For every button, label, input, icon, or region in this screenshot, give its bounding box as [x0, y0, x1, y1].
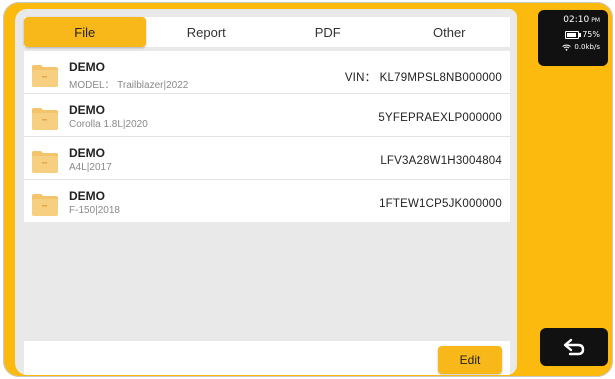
- clock: 02:10 PM: [563, 15, 600, 25]
- tab-other[interactable]: Other: [389, 17, 511, 47]
- network-status: 0.0kb/s: [562, 43, 600, 51]
- file-title: DEMO: [69, 189, 105, 203]
- network-speed: 0.0kb/s: [574, 43, 600, 51]
- edit-button[interactable]: Edit: [438, 346, 502, 374]
- status-panel: 02:10 PM 75% 0.0kb/s: [538, 10, 608, 66]
- battery-status: 75%: [565, 30, 600, 39]
- battery-icon: [565, 30, 582, 39]
- file-vin: 5YFEPRAEXLP000000: [378, 112, 502, 124]
- file-row[interactable]: DEMO MODEL： Trailblazer|2022 VIN： KL79MP…: [24, 51, 510, 94]
- file-model: F-150|2018: [69, 205, 120, 216]
- back-button[interactable]: [540, 328, 608, 366]
- file-row[interactable]: DEMO A4L|2017 LFV3A28W1H3004804: [24, 137, 510, 180]
- file-vin: 1FTEW1CP5JK000000: [379, 198, 502, 210]
- file-title: DEMO: [69, 60, 105, 74]
- file-model: MODEL： Trailblazer|2022: [69, 80, 189, 91]
- file-row[interactable]: DEMO F-150|2018 1FTEW1CP5JK000000: [24, 180, 510, 222]
- tab-file[interactable]: File: [24, 17, 146, 47]
- file-model: Corolla 1.8L|2020: [69, 119, 148, 130]
- clock-time: 02:10: [563, 15, 590, 25]
- main-screen: File Report PDF Other DEMO MODEL： Trailb…: [15, 9, 517, 375]
- bottom-bar: Edit: [24, 341, 510, 375]
- tab-bar: File Report PDF Other: [24, 17, 510, 47]
- tab-pdf[interactable]: PDF: [267, 17, 389, 47]
- clock-meridiem: PM: [591, 17, 600, 24]
- folder-icon: [31, 106, 59, 131]
- wifi-icon: [562, 44, 572, 51]
- file-vin: LFV3A28W1H3004804: [380, 155, 502, 167]
- file-title: DEMO: [69, 103, 105, 117]
- tab-report[interactable]: Report: [146, 17, 268, 47]
- file-vin: VIN： KL79MPSL8NB000000: [344, 72, 502, 84]
- back-arrow-icon: [563, 338, 585, 356]
- folder-icon: [31, 192, 59, 217]
- file-title: DEMO: [69, 146, 105, 160]
- file-list: DEMO MODEL： Trailblazer|2022 VIN： KL79MP…: [24, 51, 510, 222]
- folder-icon: [31, 149, 59, 174]
- battery-level: 75%: [582, 30, 600, 39]
- device-frame: File Report PDF Other DEMO MODEL： Trailb…: [3, 2, 613, 377]
- file-row[interactable]: DEMO Corolla 1.8L|2020 5YFEPRAEXLP000000: [24, 94, 510, 137]
- folder-icon: [31, 63, 59, 88]
- file-model: A4L|2017: [69, 162, 112, 173]
